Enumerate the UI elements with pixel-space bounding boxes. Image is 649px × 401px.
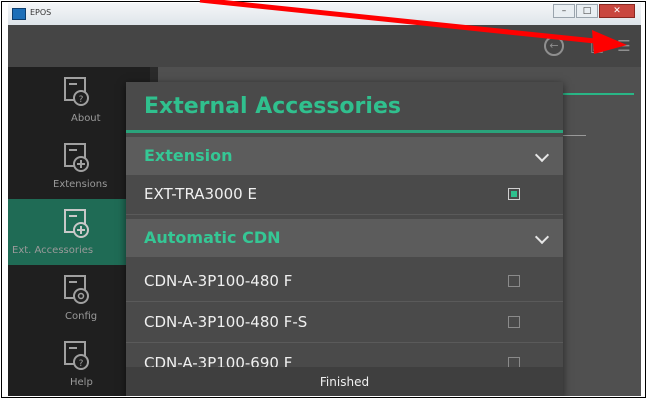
minimize-button[interactable]: – bbox=[553, 4, 575, 18]
app-icon bbox=[12, 8, 26, 20]
item-checkbox[interactable] bbox=[508, 275, 520, 287]
chevron-down-icon[interactable] bbox=[534, 147, 550, 163]
section-header-automatic-cdn[interactable]: Automatic CDN bbox=[126, 219, 563, 257]
item-label: CDN-A-3P100-480 F-S bbox=[144, 313, 308, 331]
finished-button[interactable]: Finished bbox=[126, 367, 563, 396]
dialog-title: External Accessories bbox=[144, 94, 401, 119]
document-gear-icon bbox=[64, 275, 89, 304]
close-button[interactable]: ✕ bbox=[599, 4, 635, 18]
section-label: Extension bbox=[144, 146, 233, 165]
menu-icon[interactable]: ☰ bbox=[614, 36, 634, 56]
section-label: Automatic CDN bbox=[144, 228, 281, 247]
window-titlebar: EPOS – □ ✕ bbox=[8, 3, 641, 26]
document-add-icon bbox=[64, 143, 89, 172]
item-label: CDN-A-3P100-480 F bbox=[144, 272, 293, 290]
list-item[interactable]: CDN-A-3P100-480 F bbox=[126, 262, 563, 302]
list-item[interactable]: EXT-TRA3000 E bbox=[126, 175, 563, 215]
save-icon[interactable]: ▣ bbox=[587, 36, 607, 56]
item-label: EXT-TRA3000 E bbox=[144, 185, 257, 203]
checkbox-fill bbox=[511, 191, 517, 197]
item-checkbox[interactable] bbox=[508, 316, 520, 328]
section-header-extension[interactable]: Extension bbox=[126, 137, 563, 175]
app-topbar: ← ▣ ☰ bbox=[8, 25, 641, 67]
svg-text:?: ? bbox=[79, 359, 84, 369]
window-title: EPOS bbox=[30, 8, 52, 17]
background-accent-line bbox=[556, 93, 634, 95]
window-controls: – □ ✕ bbox=[552, 4, 635, 20]
svg-text:?: ? bbox=[79, 95, 84, 105]
dialog-footer: Finished bbox=[126, 367, 563, 396]
chevron-down-icon[interactable] bbox=[534, 229, 550, 245]
maximize-button[interactable]: □ bbox=[576, 4, 598, 18]
document-add-icon bbox=[64, 209, 89, 238]
document-help-icon: ? bbox=[64, 77, 89, 106]
document-help-icon: ? bbox=[64, 341, 89, 370]
list-item[interactable]: CDN-A-3P100-480 F-S bbox=[126, 303, 563, 343]
title-divider bbox=[126, 130, 563, 133]
app-window: ← ▣ ☰ ? About Extensions Ext. Accessorie… bbox=[8, 25, 641, 396]
external-accessories-dialog: External Accessories Extension EXT-TRA30… bbox=[126, 82, 563, 396]
back-icon[interactable]: ← bbox=[544, 36, 564, 56]
item-checkbox[interactable] bbox=[508, 188, 520, 200]
